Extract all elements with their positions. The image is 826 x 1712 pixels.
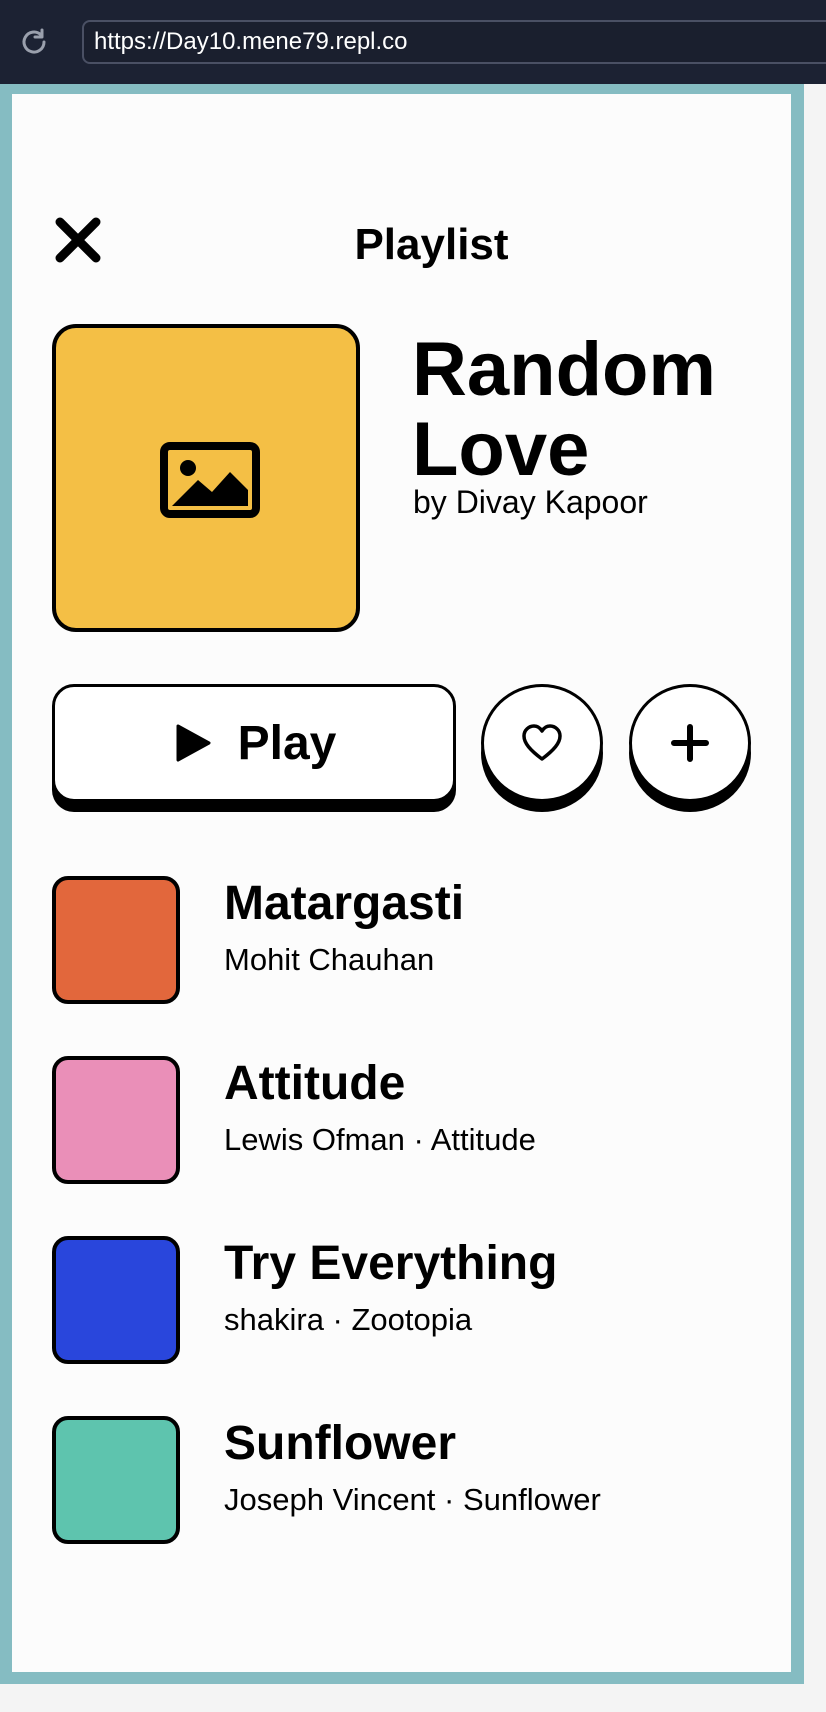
like-button[interactable] [481,684,603,802]
playlist-author: by Divay Kapoor [413,484,648,520]
play-label: Play [237,716,337,770]
heart-icon [522,724,562,761]
play-button[interactable]: Play [52,684,456,802]
track-subtitle: Mohit Chauhan [224,942,435,977]
add-button[interactable] [629,684,751,802]
track-subtitle: Joseph Vincent · Sunflower [224,1482,601,1517]
url-field[interactable]: https://Day10.mene79.repl.co [82,20,826,64]
track-artwork [52,876,180,1004]
playlist-screen: Playlist Random Love by Divay Kapoor Pla… [12,94,791,1672]
track-subtitle: shakira · Zootopia [224,1302,473,1337]
track-item[interactable]: Attitude Lewis Ofman · Attitude [52,1056,752,1184]
image-icon [160,442,260,518]
track-title: Attitude [224,1057,406,1110]
track-item[interactable]: Try Everything shakira · Zootopia [52,1236,752,1364]
app-frame: Playlist Random Love by Divay Kapoor Pla… [0,84,804,1684]
track-item[interactable]: Matargasti Mohit Chauhan [52,876,752,1004]
reload-icon[interactable] [18,26,50,58]
track-title: Sunflower [224,1417,457,1470]
track-artwork [52,1236,180,1364]
track-subtitle: Lewis Ofman · Attitude [224,1122,536,1157]
page-title: Playlist [354,220,509,269]
track-item[interactable]: Sunflower Joseph Vincent · Sunflower [52,1416,752,1544]
play-icon [176,724,211,762]
track-title: Matargasti [224,877,465,930]
track-title: Try Everything [224,1237,558,1290]
track-artwork [52,1416,180,1544]
plus-icon [671,724,709,762]
playlist-name: Random Love [412,327,716,492]
browser-toolbar: https://Day10.mene79.repl.co [0,0,826,84]
playlist-cover [52,324,360,632]
track-artwork [52,1056,180,1184]
